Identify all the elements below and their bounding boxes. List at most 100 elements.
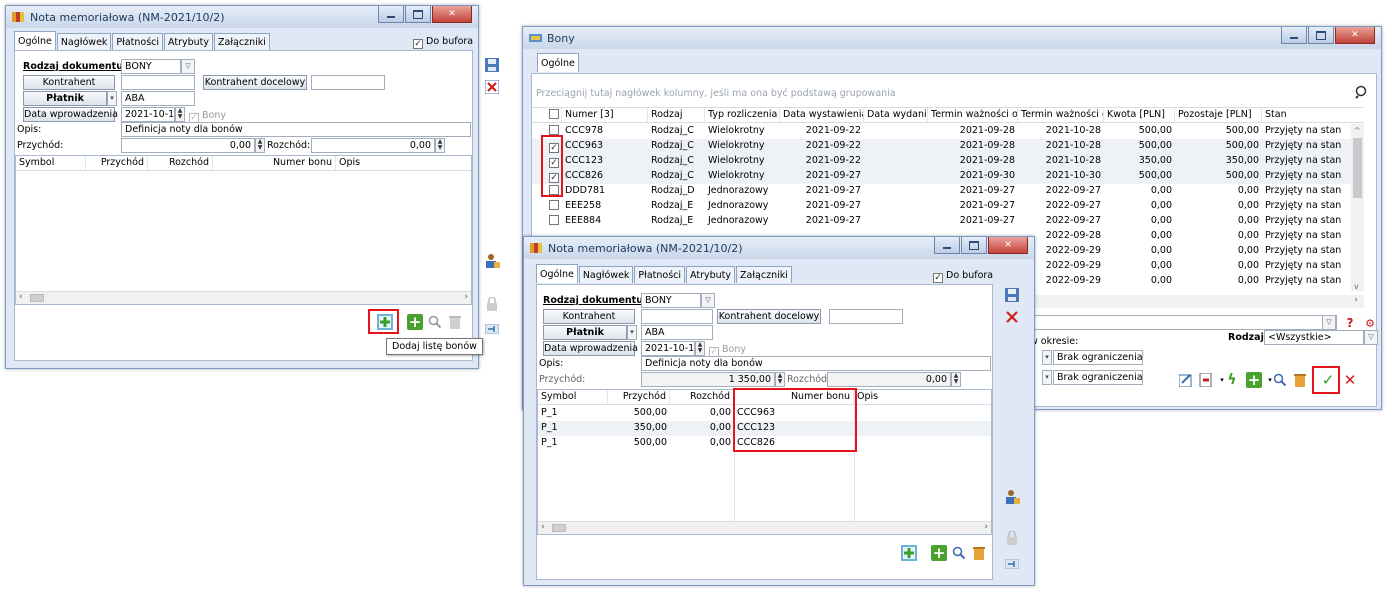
platnik-field[interactable]: ABA	[641, 325, 713, 340]
col-symbol[interactable]: Symbol	[538, 390, 608, 404]
cancel-icon[interactable]: ✕	[1340, 370, 1360, 390]
tab-zalaczniki[interactable]: Załączniki	[736, 266, 792, 283]
kontrahent-docelowy-button[interactable]: Kontrahent docelowy	[717, 309, 821, 324]
tab-platnosci[interactable]: Płatności	[112, 33, 164, 50]
bony-titlebar[interactable]: Bony ✕	[523, 27, 1381, 49]
platnik-dropdown[interactable]: ▾	[107, 91, 117, 106]
okres-to-field[interactable]: Brak ograniczenia	[1053, 370, 1143, 385]
okres-dropdown[interactable]: ▾	[1042, 350, 1052, 365]
chevron-down-icon[interactable]: ▽	[701, 293, 715, 308]
data-wprowadzenia-button[interactable]: Data wprowadzenia	[543, 341, 638, 356]
front-window-titlebar[interactable]: Nota memoriałowa (NM-2021/10/2) ✕	[524, 237, 1034, 259]
table-row[interactable]: P_1 500,00 0,00 CCC826	[538, 436, 991, 451]
tab-ogolne[interactable]: Ogólne	[536, 264, 578, 283]
kontrahent-field[interactable]	[641, 309, 713, 324]
platnik-dropdown[interactable]: ▾	[627, 325, 637, 340]
tab-naglowek[interactable]: Nagłówek	[578, 266, 634, 283]
maximize-button[interactable]	[961, 237, 987, 254]
pin-icon[interactable]	[1002, 554, 1022, 574]
col-termin-do[interactable]: Termin ważności do	[1018, 108, 1104, 122]
minimize-button[interactable]	[378, 6, 404, 23]
minimize-button[interactable]	[1281, 27, 1307, 44]
table-row[interactable]: ✓ CCC963 Rodzaj_C Wielokrotny 2021-09-22 2021…	[532, 139, 1364, 154]
col-symbol[interactable]: Symbol	[16, 156, 86, 170]
tab-atrybuty[interactable]: Atrybuty	[686, 266, 736, 283]
rozchod-field[interactable]: 0,00	[827, 372, 951, 387]
rozchod-spinner[interactable]: ▲ ▼	[435, 138, 445, 153]
add-icon[interactable]: +	[929, 543, 949, 563]
vertical-scrollbar[interactable]: ^ v	[1351, 124, 1364, 291]
col-przychod[interactable]: Przychód	[86, 156, 148, 170]
platnik-button[interactable]: Płatnik	[23, 91, 107, 106]
rozchod-field[interactable]: 0,00	[311, 138, 435, 153]
date-spinner[interactable]: ▲ ▼	[695, 341, 705, 356]
lock-icon[interactable]	[1002, 528, 1022, 548]
chevron-down-icon[interactable]: ▽	[1364, 330, 1378, 345]
close-button[interactable]: ✕	[1335, 27, 1375, 44]
col-data-wydania[interactable]: Data wydania	[864, 108, 928, 122]
search-icon[interactable]	[1352, 82, 1372, 102]
tab-ogolne[interactable]: Ogólne	[537, 53, 579, 72]
col-opis[interactable]: Opis	[854, 390, 991, 404]
kontrahent-field[interactable]	[121, 75, 195, 90]
table-row[interactable]: ✓ CCC123 Rodzaj_C Wielokrotny 2021-09-22 2021…	[532, 154, 1364, 169]
search-icon[interactable]	[949, 543, 969, 563]
tab-naglowek[interactable]: Nagłówek	[56, 33, 112, 50]
row-checkbox[interactable]	[546, 124, 562, 139]
col-numer[interactable]: Numer [3]	[562, 108, 648, 122]
col-numer-bonu[interactable]: Numer bonu	[213, 156, 336, 170]
platnik-field[interactable]: ABA	[121, 91, 195, 106]
chevron-down-icon[interactable]: ▽	[181, 59, 195, 74]
horizontal-scrollbar[interactable]: ‹ ›	[16, 291, 471, 304]
save-icon[interactable]	[482, 55, 502, 75]
kontrahent-docelowy-field[interactable]	[311, 75, 385, 90]
col-check[interactable]	[546, 108, 562, 122]
col-stan[interactable]: Stan	[1262, 108, 1364, 122]
rodzaj-select[interactable]: BONY	[641, 293, 701, 308]
data-field[interactable]: 2021-10-12	[121, 107, 175, 122]
horizontal-scrollbar[interactable]: ‹ ›	[538, 521, 991, 534]
tab-ogolne[interactable]: Ogólne	[14, 31, 56, 50]
row-checkbox[interactable]: ✓	[546, 169, 562, 184]
tab-atrybuty[interactable]: Atrybuty	[164, 33, 214, 50]
przychod-spinner[interactable]: ▲ ▼	[255, 138, 265, 153]
okres-dropdown[interactable]: ▾	[1042, 370, 1052, 385]
search-icon[interactable]	[425, 312, 445, 332]
col-kwota[interactable]: Kwota [PLN]	[1104, 108, 1175, 122]
add-bony-list-icon[interactable]	[899, 543, 919, 563]
kontrahent-docelowy-button[interactable]: Kontrahent docelowy	[203, 75, 307, 90]
date-spinner[interactable]: ▲ ▼	[175, 107, 185, 122]
przychod-field[interactable]: 0,00	[121, 138, 255, 153]
opis-field[interactable]: Definicja noty dla bonów	[121, 122, 471, 137]
col-termin-od[interactable]: Termin ważności od	[928, 108, 1018, 122]
kontrahent-button[interactable]: Kontrahent	[543, 309, 635, 324]
table-row[interactable]: ✓ CCC826 Rodzaj_C Wielokrotny 2021-09-27 2021…	[532, 169, 1364, 184]
row-checkbox[interactable]: ✓	[546, 139, 562, 154]
search-icon[interactable]	[1270, 370, 1290, 390]
kontrahent-button[interactable]: Kontrahent	[23, 75, 115, 90]
lightning-icon[interactable]: ϟ	[1222, 370, 1242, 390]
table-row[interactable]: EEE884 Rodzaj_E Jednorazowy 2021-09-27 2021-…	[532, 214, 1364, 229]
row-checkbox[interactable]: ✓	[546, 154, 562, 169]
table-row[interactable]: P_1 500,00 0,00 CCC963	[538, 406, 991, 421]
row-checkbox[interactable]	[546, 214, 562, 229]
do-bufora-checkbox[interactable]: ✓ Do bufora	[413, 36, 473, 49]
col-numer-bonu[interactable]: Numer bonu	[734, 390, 854, 404]
filter-field[interactable]	[1027, 315, 1337, 330]
add-bony-list-icon[interactable]	[375, 312, 395, 332]
save-icon[interactable]	[1002, 285, 1022, 305]
kontrahent-docelowy-field[interactable]	[829, 309, 903, 324]
col-rodzaj[interactable]: Rodzaj	[648, 108, 705, 122]
platnik-button[interactable]: Płatnik	[543, 325, 627, 340]
minimize-button[interactable]	[934, 237, 960, 254]
data-wprowadzenia-button[interactable]: Data wprowadzenia	[23, 107, 118, 122]
rodzaj-select[interactable]: BONY	[121, 59, 181, 74]
maximize-button[interactable]	[405, 6, 431, 23]
chevron-down-icon[interactable]: ▽	[1322, 315, 1336, 330]
trash-icon[interactable]	[445, 312, 465, 332]
table-row[interactable]: CCC978 Rodzaj_C Wielokrotny 2021-09-22 2021-…	[532, 124, 1364, 139]
maximize-button[interactable]	[1308, 27, 1334, 44]
row-checkbox[interactable]	[546, 199, 562, 214]
przychod-spinner[interactable]: ▲ ▼	[775, 372, 785, 387]
pin-icon[interactable]	[482, 319, 502, 339]
